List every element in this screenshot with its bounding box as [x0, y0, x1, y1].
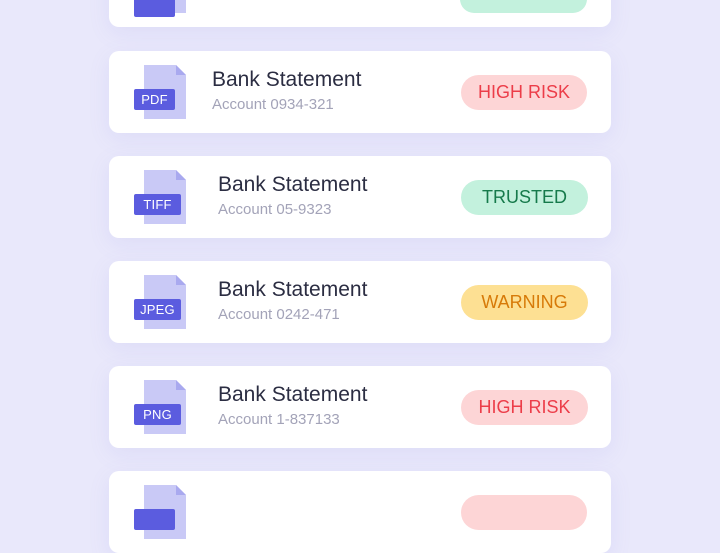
- status-badge: [460, 0, 587, 13]
- document-card[interactable]: [109, 0, 611, 27]
- file-icon: [134, 0, 194, 17]
- file-icon: TIFF: [134, 170, 194, 228]
- file-type-tag: JPEG: [134, 299, 181, 320]
- document-title: Bank Statement: [218, 278, 368, 301]
- document-card[interactable]: PNG Bank Statement Account 1-837133 HIGH…: [109, 366, 611, 448]
- file-type-tag: [134, 0, 175, 17]
- status-badge: WARNING: [461, 285, 588, 320]
- file-type-tag: PNG: [134, 404, 181, 425]
- status-badge: HIGH RISK: [461, 75, 587, 110]
- document-account: Account 0934-321: [212, 96, 334, 113]
- document-card[interactable]: PDF Bank Statement Account 0934-321 HIGH…: [109, 51, 611, 133]
- document-title: Bank Statement: [212, 68, 362, 91]
- document-card[interactable]: TIFF Bank Statement Account 05-9323 TRUS…: [109, 156, 611, 238]
- status-badge: TRUSTED: [461, 180, 588, 215]
- document-card[interactable]: JPEG Bank Statement Account 0242-471 WAR…: [109, 261, 611, 343]
- file-type-tag: [134, 509, 175, 530]
- document-list: PDF Bank Statement Account 0934-321 HIGH…: [0, 0, 720, 553]
- file-type-tag: PDF: [134, 89, 175, 110]
- document-card[interactable]: [109, 471, 611, 553]
- document-title: Bank Statement: [218, 383, 368, 406]
- file-icon: PDF: [134, 65, 194, 123]
- document-account: Account 05-9323: [218, 201, 332, 218]
- document-account: Account 0242-471: [218, 306, 340, 323]
- status-badge: HIGH RISK: [461, 390, 588, 425]
- file-icon: JPEG: [134, 275, 194, 333]
- file-icon: PNG: [134, 380, 194, 438]
- document-account: Account 1-837133: [218, 411, 340, 428]
- status-badge: [461, 495, 587, 530]
- file-type-tag: TIFF: [134, 194, 181, 215]
- file-icon: [134, 485, 194, 543]
- document-title: Bank Statement: [218, 173, 368, 196]
